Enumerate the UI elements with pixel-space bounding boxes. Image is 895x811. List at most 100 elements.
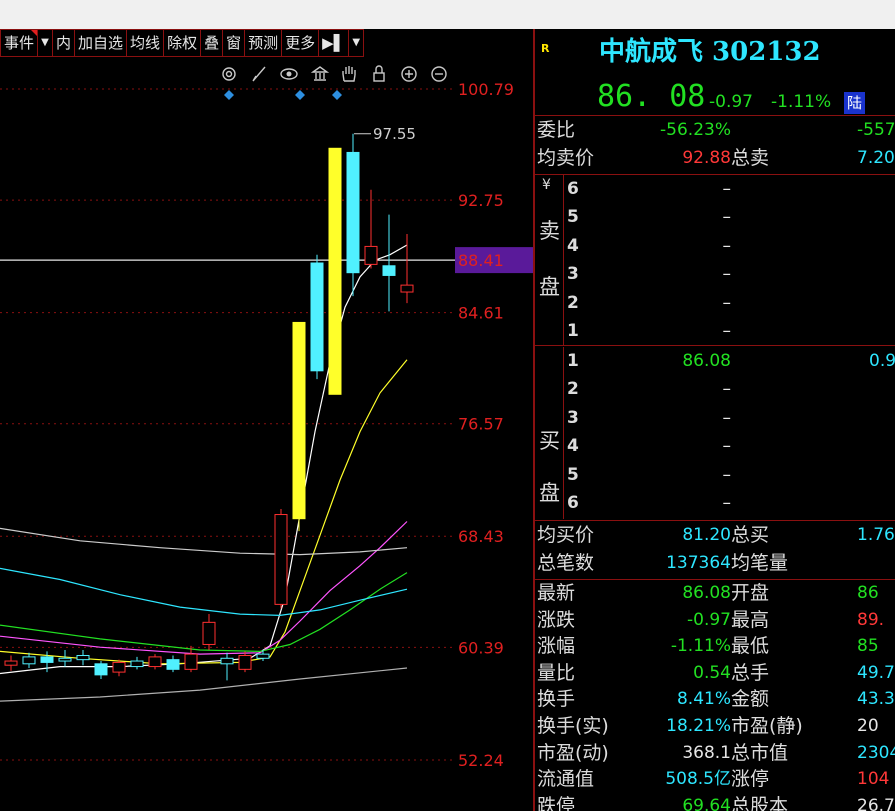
quote-value: 104 bbox=[857, 769, 890, 790]
price-tick-label: 68.43 bbox=[458, 527, 504, 546]
quote-row: 最新 86.08 开盘 86 bbox=[535, 580, 895, 607]
candle[interactable] bbox=[166, 655, 180, 673]
orderbook-price[interactable]: – bbox=[723, 465, 732, 485]
ma-line bbox=[0, 359, 408, 665]
orderbook-price[interactable]: – bbox=[723, 264, 732, 284]
quote-value: 508.5亿 bbox=[665, 769, 731, 790]
orderbook-price[interactable]: – bbox=[723, 379, 732, 399]
stock-name[interactable]: 中航成飞 302132 bbox=[599, 31, 821, 68]
side-char: 盘 bbox=[539, 481, 560, 505]
quote-value: -1.11% bbox=[670, 636, 731, 657]
candle[interactable] bbox=[364, 189, 378, 269]
candle[interactable] bbox=[76, 649, 90, 666]
event-marker[interactable] bbox=[224, 90, 234, 100]
candle[interactable] bbox=[202, 614, 216, 650]
orderbook-price[interactable]: – bbox=[723, 408, 732, 428]
bank-icon[interactable] bbox=[310, 66, 330, 81]
candle[interactable] bbox=[292, 321, 306, 532]
hand-icon[interactable] bbox=[342, 66, 356, 82]
candle[interactable] bbox=[238, 651, 252, 673]
kline-chart[interactable]: 97.55 bbox=[0, 57, 455, 811]
quote-row: 涨跌 -0.97 最高 89. bbox=[535, 607, 895, 634]
gear-icon[interactable] bbox=[222, 67, 236, 81]
candle-body bbox=[400, 284, 414, 293]
pen-icon[interactable] bbox=[252, 66, 266, 82]
orderbook-level: 6 bbox=[567, 493, 579, 513]
zoom-out-icon[interactable] bbox=[431, 66, 447, 82]
trades-value: 137364 bbox=[666, 553, 731, 573]
quote-value: 18.21% bbox=[666, 716, 731, 736]
orderbook-price[interactable]: – bbox=[723, 293, 732, 313]
exchange-badge[interactable]: 陆 bbox=[844, 92, 866, 114]
candle[interactable] bbox=[382, 214, 396, 312]
event-marker[interactable] bbox=[295, 90, 305, 100]
candle[interactable] bbox=[148, 654, 162, 670]
orderbook-level: 4 bbox=[567, 235, 579, 256]
candle[interactable] bbox=[346, 133, 360, 297]
orderbook-price[interactable]: – bbox=[723, 321, 732, 341]
avg-buy-value: 81.20 bbox=[682, 525, 731, 545]
ex-rights-button[interactable]: 除权 bbox=[163, 29, 202, 57]
event-marker[interactable] bbox=[332, 90, 342, 100]
orderbook-price[interactable]: – bbox=[723, 179, 732, 199]
window-button[interactable]: 窗 bbox=[222, 29, 246, 57]
events-dropdown[interactable]: ▼ bbox=[37, 29, 54, 57]
quote-row: 跌停 69.64 总股本 26.7 bbox=[535, 793, 895, 811]
quote-value: 0.54 bbox=[693, 662, 731, 683]
avg-sell-value: 92.88 bbox=[682, 148, 731, 168]
overlay-button[interactable]: 叠 bbox=[200, 29, 224, 57]
lock-icon[interactable] bbox=[373, 65, 385, 82]
window-top-strip bbox=[0, 0, 895, 29]
quote-label: 量比 bbox=[537, 661, 576, 684]
candle-body bbox=[4, 660, 18, 666]
candle[interactable] bbox=[4, 655, 18, 671]
candle[interactable] bbox=[220, 652, 234, 681]
price-tick-label: 60.39 bbox=[458, 638, 504, 657]
play-dropdown[interactable]: ▼ bbox=[348, 29, 365, 57]
events-button[interactable]: 事件 bbox=[0, 29, 39, 57]
ratio-value: -56.23% bbox=[660, 120, 731, 140]
candle[interactable] bbox=[310, 254, 324, 380]
candle[interactable] bbox=[328, 147, 342, 395]
side-char: 盘 bbox=[539, 275, 560, 299]
candle-body bbox=[292, 321, 306, 520]
candle-body bbox=[382, 265, 396, 276]
zoom-in-icon[interactable] bbox=[401, 66, 417, 82]
r-badge: R bbox=[541, 42, 550, 55]
orderbook-price[interactable]: – bbox=[723, 493, 732, 513]
quote-label: 开盘 bbox=[731, 582, 770, 604]
quote-value: 43.33 bbox=[857, 689, 895, 710]
candle[interactable] bbox=[58, 649, 72, 667]
play-button[interactable]: ▶▌ bbox=[318, 29, 350, 57]
inner-button[interactable]: 内 bbox=[52, 29, 76, 57]
ma-line bbox=[0, 667, 408, 702]
orderbook-price[interactable]: – bbox=[723, 236, 732, 256]
orderbook-price[interactable]: – bbox=[723, 436, 732, 456]
avg-sell-row: 均卖价 92.88 总卖 7.20 bbox=[535, 145, 895, 172]
total-sell-value: 7.20 bbox=[857, 148, 895, 168]
candle-body bbox=[346, 151, 360, 274]
candle[interactable] bbox=[94, 661, 108, 680]
candle-body bbox=[58, 657, 72, 662]
quote-value: 86.08 bbox=[682, 583, 731, 603]
forecast-button[interactable]: 预测 bbox=[244, 29, 283, 57]
ratio-row: 委比 -56.23% -557 bbox=[535, 117, 895, 144]
quote-row: 涨幅 -1.11% 最低 85 bbox=[535, 633, 895, 660]
quote-value: 69.64 bbox=[682, 795, 731, 811]
candle[interactable] bbox=[130, 656, 144, 670]
quote-value: 20 bbox=[857, 716, 879, 736]
quote-label: 涨跌 bbox=[537, 608, 576, 631]
candle-body bbox=[256, 653, 270, 659]
eye-icon[interactable] bbox=[280, 68, 298, 80]
orderbook-price[interactable]: – bbox=[723, 207, 732, 227]
orderbook-price[interactable]: 86.08 bbox=[682, 351, 731, 371]
ma-line bbox=[0, 527, 408, 556]
ma-button[interactable]: 均线 bbox=[126, 29, 165, 57]
more-button[interactable]: 更多 bbox=[281, 29, 320, 57]
candle[interactable] bbox=[400, 233, 414, 304]
candle[interactable] bbox=[22, 652, 36, 668]
candle[interactable] bbox=[112, 659, 126, 677]
trades-label: 总笔数 bbox=[537, 552, 595, 574]
add-watchlist-button[interactable]: 加自选 bbox=[74, 29, 128, 57]
candle[interactable] bbox=[274, 509, 288, 609]
